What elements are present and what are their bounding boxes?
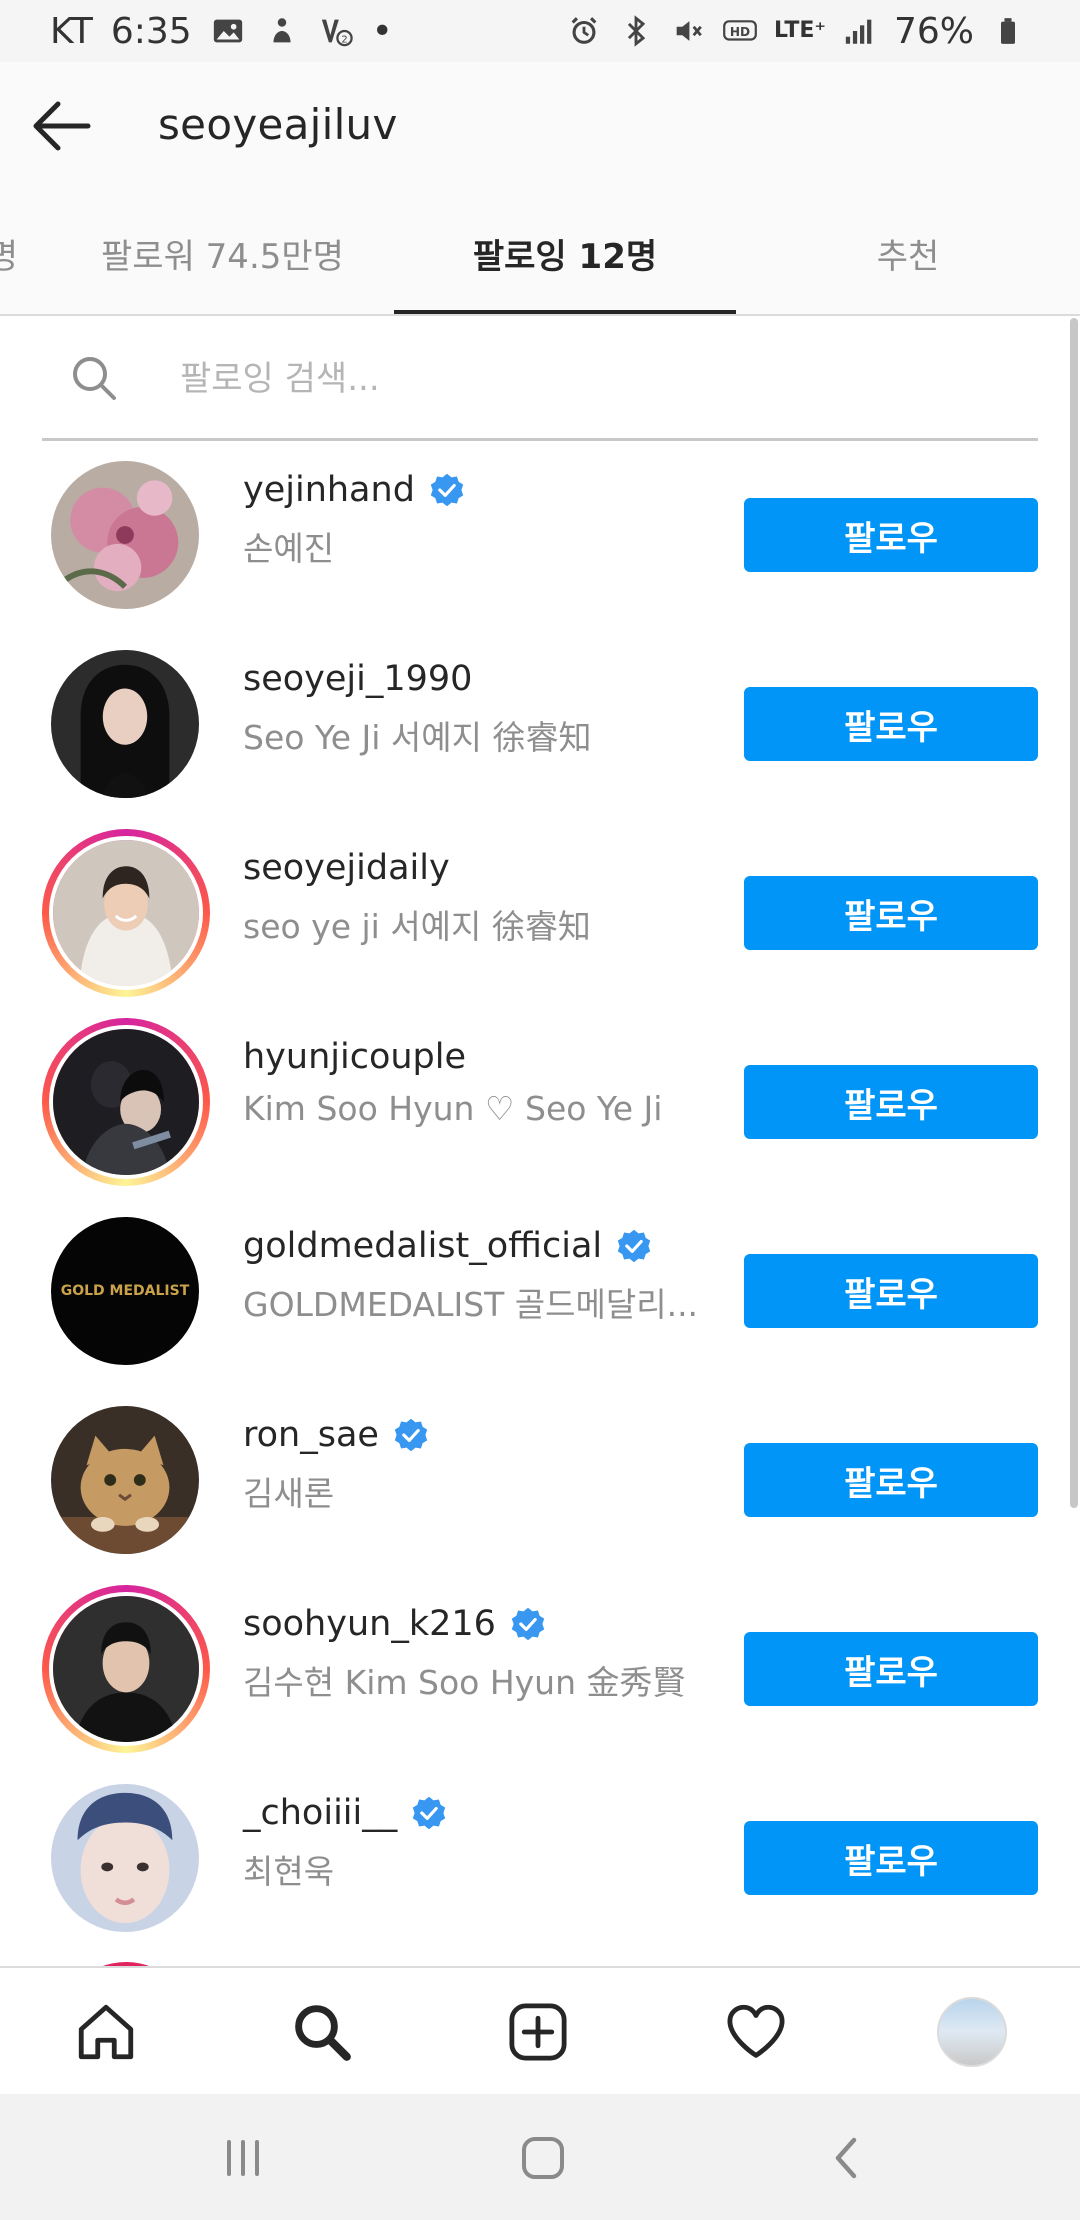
list-item[interactable]: GOLD MEDALIST goldmedalist_official GOLD…: [0, 1196, 1080, 1385]
app-header: seoyeajiluv: [0, 62, 1080, 192]
add-icon[interactable]: [502, 1996, 574, 2068]
goldmedalist-logo: GOLD MEDALIST: [60, 1283, 190, 1299]
following-search-input[interactable]: [178, 346, 1002, 412]
user-names: ron_sae 김새론: [243, 1415, 713, 1515]
status-bar: KT 6:35 2 • HD LTE⁺ 76%: [0, 0, 1080, 62]
full-name: 김수현 Kim Soo Hyun 金秀賢: [243, 1663, 686, 1702]
status-right: HD LTE⁺ 76%: [566, 11, 1080, 52]
back-icon[interactable]: [818, 2130, 878, 2186]
tab-following[interactable]: 팔로잉 12명: [394, 192, 736, 314]
list-item[interactable]: yejinhand 손예진 팔로우: [0, 440, 1080, 629]
username[interactable]: yejinhand: [243, 470, 415, 510]
search-bar: [42, 318, 1038, 441]
search-nav-icon[interactable]: [286, 1996, 358, 2068]
gallery-notification-icon: [210, 13, 246, 49]
active-tab-indicator: [394, 310, 736, 314]
user-names: yejinhand 손예진: [243, 470, 713, 570]
clock: 6:35: [110, 10, 192, 52]
username[interactable]: seoyejidaily: [243, 848, 450, 888]
avatar-story-ring[interactable]: [42, 1585, 210, 1753]
list-item[interactable]: seoyejidaily seo ye ji 서예지 徐睿知 팔로우: [0, 818, 1080, 1007]
list-item[interactable]: _choiiii__ 최현욱 팔로우: [0, 1763, 1080, 1952]
svg-text:2: 2: [341, 34, 347, 45]
list-item[interactable]: seoyeji_1990 Seo Ye Ji 서예지 徐睿知 팔로우: [0, 629, 1080, 818]
follow-button[interactable]: 팔로우: [744, 1632, 1038, 1706]
follow-button[interactable]: 팔로우: [744, 876, 1038, 950]
verified-badge-icon: [429, 472, 465, 508]
mute-icon: [670, 13, 706, 49]
status-left: KT 6:35 2 •: [0, 11, 393, 52]
user-names: goldmedalist_official GOLDMEDALIST 골드메달리…: [243, 1226, 713, 1326]
user-names: _choiiii__ 최현욱: [243, 1793, 713, 1893]
tab-suggested[interactable]: 추천: [736, 192, 1080, 314]
recent-apps-icon[interactable]: [213, 2130, 273, 2186]
avatar-story-ring[interactable]: [42, 829, 210, 997]
username[interactable]: ron_sae: [243, 1415, 379, 1455]
follow-button[interactable]: 팔로우: [744, 498, 1038, 572]
username[interactable]: seoyeji_1990: [243, 659, 472, 699]
bluetooth-icon: [618, 13, 654, 49]
signal-icon: [842, 13, 878, 49]
app-notification-icon: [264, 13, 300, 49]
bottom-nav: [0, 1966, 1080, 2096]
lte-indicator: LTE⁺: [773, 18, 826, 43]
follow-button[interactable]: 팔로우: [744, 1443, 1038, 1517]
follow-button[interactable]: 팔로우: [744, 687, 1038, 761]
avatar[interactable]: GOLD MEDALIST: [50, 1216, 200, 1366]
full-name: GOLDMEDALIST 골드메달리...: [243, 1285, 699, 1324]
list-item[interactable]: ron_sae 김새론 팔로우: [0, 1385, 1080, 1574]
full-name: 김새론: [243, 1474, 335, 1513]
tab-mutual[interactable]: 명: [0, 192, 18, 314]
verified-badge-icon: [393, 1417, 429, 1453]
user-names: soohyun_k216 김수현 Kim Soo Hyun 金秀賢: [243, 1604, 713, 1704]
full-name: 최현욱: [243, 1852, 335, 1891]
hd-voice-icon: HD: [722, 13, 758, 49]
search-icon: [68, 352, 120, 404]
follow-tabs: 명 팔로워 74.5만명 팔로잉 12명 추천: [0, 192, 1080, 316]
tab-followers[interactable]: 팔로워 74.5만명: [55, 192, 390, 314]
avatar[interactable]: [50, 460, 200, 610]
full-name: Kim Soo Hyun ♡ Seo Ye Ji: [243, 1089, 663, 1128]
list-item[interactable]: hyunjicouple Kim Soo Hyun ♡ Seo Ye Ji 팔로…: [0, 1007, 1080, 1196]
verified-badge-icon: [616, 1228, 652, 1264]
home-icon[interactable]: [70, 1996, 142, 2068]
system-nav-bar: [0, 2094, 1080, 2220]
full-name: seo ye ji 서예지 徐睿知: [243, 907, 591, 946]
home-button-icon[interactable]: [513, 2130, 573, 2186]
heart-icon[interactable]: [720, 1996, 792, 2068]
follow-button[interactable]: 팔로우: [744, 1821, 1038, 1895]
verified-badge-icon: [411, 1795, 447, 1831]
avatar[interactable]: [50, 649, 200, 799]
user-names: seoyejidaily seo ye ji 서예지 徐睿知: [243, 848, 713, 948]
list-item[interactable]: soohyun_k216 김수현 Kim Soo Hyun 金秀賢 팔로우: [0, 1574, 1080, 1763]
username[interactable]: goldmedalist_official: [243, 1226, 602, 1266]
verified-badge-icon: [510, 1606, 546, 1642]
battery-percent: 76%: [893, 10, 974, 52]
follow-button[interactable]: 팔로우: [744, 1065, 1038, 1139]
user-names: seoyeji_1990 Seo Ye Ji 서예지 徐睿知: [243, 659, 713, 759]
username[interactable]: _choiiii__: [243, 1793, 397, 1833]
volte-icon: 2: [318, 13, 354, 49]
battery-icon: [990, 13, 1026, 49]
notification-dot: •: [371, 10, 393, 52]
full-name: 손예진: [243, 529, 335, 568]
svg-text:HD: HD: [730, 25, 750, 39]
avatar[interactable]: [50, 1783, 200, 1933]
carrier-label: KT: [50, 10, 93, 52]
profile-avatar[interactable]: [936, 1996, 1008, 2068]
back-arrow-icon[interactable]: [28, 96, 94, 156]
username[interactable]: soohyun_k216: [243, 1604, 496, 1644]
user-names: hyunjicouple Kim Soo Hyun ♡ Seo Ye Ji: [243, 1037, 713, 1128]
full-name: Seo Ye Ji 서예지 徐睿知: [243, 718, 592, 757]
avatar[interactable]: [50, 1405, 200, 1555]
alarm-icon: [566, 13, 602, 49]
profile-username: seoyeajiluv: [158, 100, 398, 149]
follow-button[interactable]: 팔로우: [744, 1254, 1038, 1328]
avatar-story-ring[interactable]: [42, 1018, 210, 1186]
username[interactable]: hyunjicouple: [243, 1037, 466, 1077]
